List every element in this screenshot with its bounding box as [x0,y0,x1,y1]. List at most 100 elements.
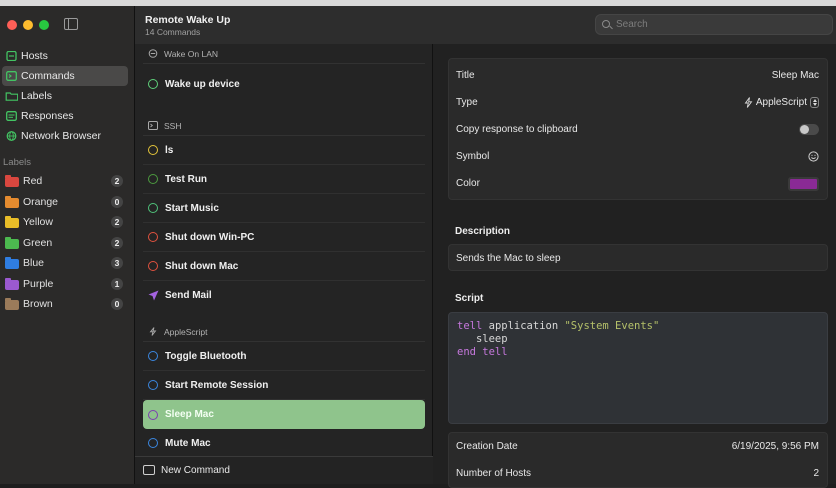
properties-group: Title Sleep Mac Type AppleScript Copy re… [448,58,828,200]
sidebar-item-label: Labels [21,90,52,102]
label-item-blue[interactable]: Blue 3 [0,253,135,274]
list-item[interactable]: Toggle Bluetooth [143,342,425,371]
symbol-row: Symbol [449,143,827,170]
sidebar-item-network-browser[interactable]: Network Browser [2,126,128,146]
color-row: Color [449,170,827,197]
folder-icon [5,257,19,269]
label-name: Red [23,175,43,188]
app-window: Hosts Commands Labels Responses Network … [0,6,836,488]
script-editor[interactable]: tell application "System Events" sleep e… [448,312,828,424]
section-title: AppleScript [164,326,208,337]
chevron-updown-icon [810,97,819,108]
list-item[interactable]: Wake up device [143,64,425,104]
add-command-icon [143,465,155,475]
list-item[interactable]: Test Run [143,165,425,194]
field-label: Creation Date [456,441,518,452]
list-item[interactable]: Start Music [143,194,425,223]
list-item-selected[interactable]: Sleep Mac [143,400,425,429]
app-title: Remote Wake Up [145,14,231,26]
sidebar-item-label: Network Browser [21,130,101,142]
label-name: Yellow [23,216,53,229]
zoom-button[interactable] [39,20,49,30]
metadata-group: Creation Date 6/19/2025, 9:56 PM Number … [448,432,828,488]
sidebar: Hosts Commands Labels Responses Network … [0,6,135,484]
label-item-yellow[interactable]: Yellow 2 [0,212,135,233]
list-header: Remote Wake Up 14 Commands [135,6,433,44]
sidebar-item-label: Hosts [21,50,48,62]
sidebar-item-commands[interactable]: Commands [2,66,128,86]
new-command-button[interactable]: New Command [135,456,433,484]
label-name: Brown [23,298,53,311]
description-heading: Description [455,226,511,237]
list-item[interactable]: ls [143,136,425,165]
labels-list: Red 2 Orange 0 Yellow 2 Green 2 Blue 3 Purple… [0,171,135,315]
label-item-green[interactable]: Green 2 [0,233,135,254]
command-label: Toggle Bluetooth [165,350,247,362]
creation-date-value: 6/19/2025, 9:56 PM [731,441,819,452]
sidebar-item-labels[interactable]: Labels [2,86,128,106]
list-item[interactable]: Shut down Win-PC [143,223,425,252]
new-command-label: New Command [161,465,230,476]
toolbar: Search [433,6,836,44]
bluetooth-icon [148,351,158,361]
command-label: Start Music [165,202,219,214]
color-well[interactable] [788,176,819,191]
field-label: Symbol [456,151,490,162]
applescript-icon [744,97,753,108]
copy-response-toggle[interactable] [799,124,819,135]
field-label: Type [456,97,478,108]
power-icon [148,49,158,58]
sidebar-item-label: Commands [21,70,75,82]
label-count-badge: 2 [111,175,123,187]
check-icon [148,174,158,184]
folder-icon [5,216,19,228]
list-item[interactable]: Shut down Mac [143,252,425,281]
folder-icon [5,236,19,249]
command-label: Wake up device [165,78,240,90]
label-item-red[interactable]: Red 2 [0,171,135,192]
terminal-icon [148,121,158,130]
command-detail-pane: Title Sleep Mac Type AppleScript Copy re… [433,44,836,488]
field-label: Color [456,178,480,189]
label-count-badge: 2 [111,216,123,228]
command-list-pane: Remote Wake Up 14 Commands Wake On LAN W… [135,6,433,484]
stop-icon [148,232,158,242]
power-icon [148,79,158,89]
label-item-purple[interactable]: Purple 1 [0,274,135,295]
sidebar-item-responses[interactable]: Responses [2,106,128,126]
label-item-brown[interactable]: Brown 0 [0,294,135,315]
search-icon [602,20,610,28]
list-item[interactable]: Mute Mac [143,429,425,458]
play-icon [148,203,158,213]
paperplane-icon [148,290,159,301]
minimize-button[interactable] [23,20,33,30]
close-button[interactable] [7,20,17,30]
title-field[interactable]: Sleep Mac [772,62,819,89]
label-count-badge: 0 [111,195,123,208]
labels-section-title: Labels [3,157,31,168]
list-item[interactable]: Send Mail [143,281,425,310]
number-of-hosts-row: Number of Hosts 2 [449,460,827,487]
list-item[interactable]: Start Remote Session [143,371,425,400]
script-keyword: tell [457,320,483,332]
script-heading: Script [455,293,484,304]
command-label: Send Mail [165,290,212,301]
search-input[interactable]: Search [595,14,833,35]
copy-response-row: Copy response to clipboard [449,116,827,143]
script-string: "System Events" [564,320,660,332]
section-header-ssh: SSH [143,116,425,136]
server-icon [6,51,17,61]
title-row: Title Sleep Mac [449,62,827,89]
sidebar-toggle-icon[interactable] [64,18,78,30]
label-name: Purple [23,277,54,290]
label-name: Green [23,236,53,249]
field-label: Copy response to clipboard [456,124,578,135]
smiley-icon[interactable] [808,151,819,162]
sidebar-item-hosts[interactable]: Hosts [2,46,128,66]
label-item-orange[interactable]: Orange 0 [0,192,135,213]
command-list: Wake On LAN Wake up device SSH ls Test R… [135,44,433,458]
type-select[interactable]: AppleScript [744,89,819,116]
label-count-badge: 0 [111,298,123,310]
folder-icon [5,195,19,208]
description-field[interactable]: Sends the Mac to sleep [449,245,827,272]
